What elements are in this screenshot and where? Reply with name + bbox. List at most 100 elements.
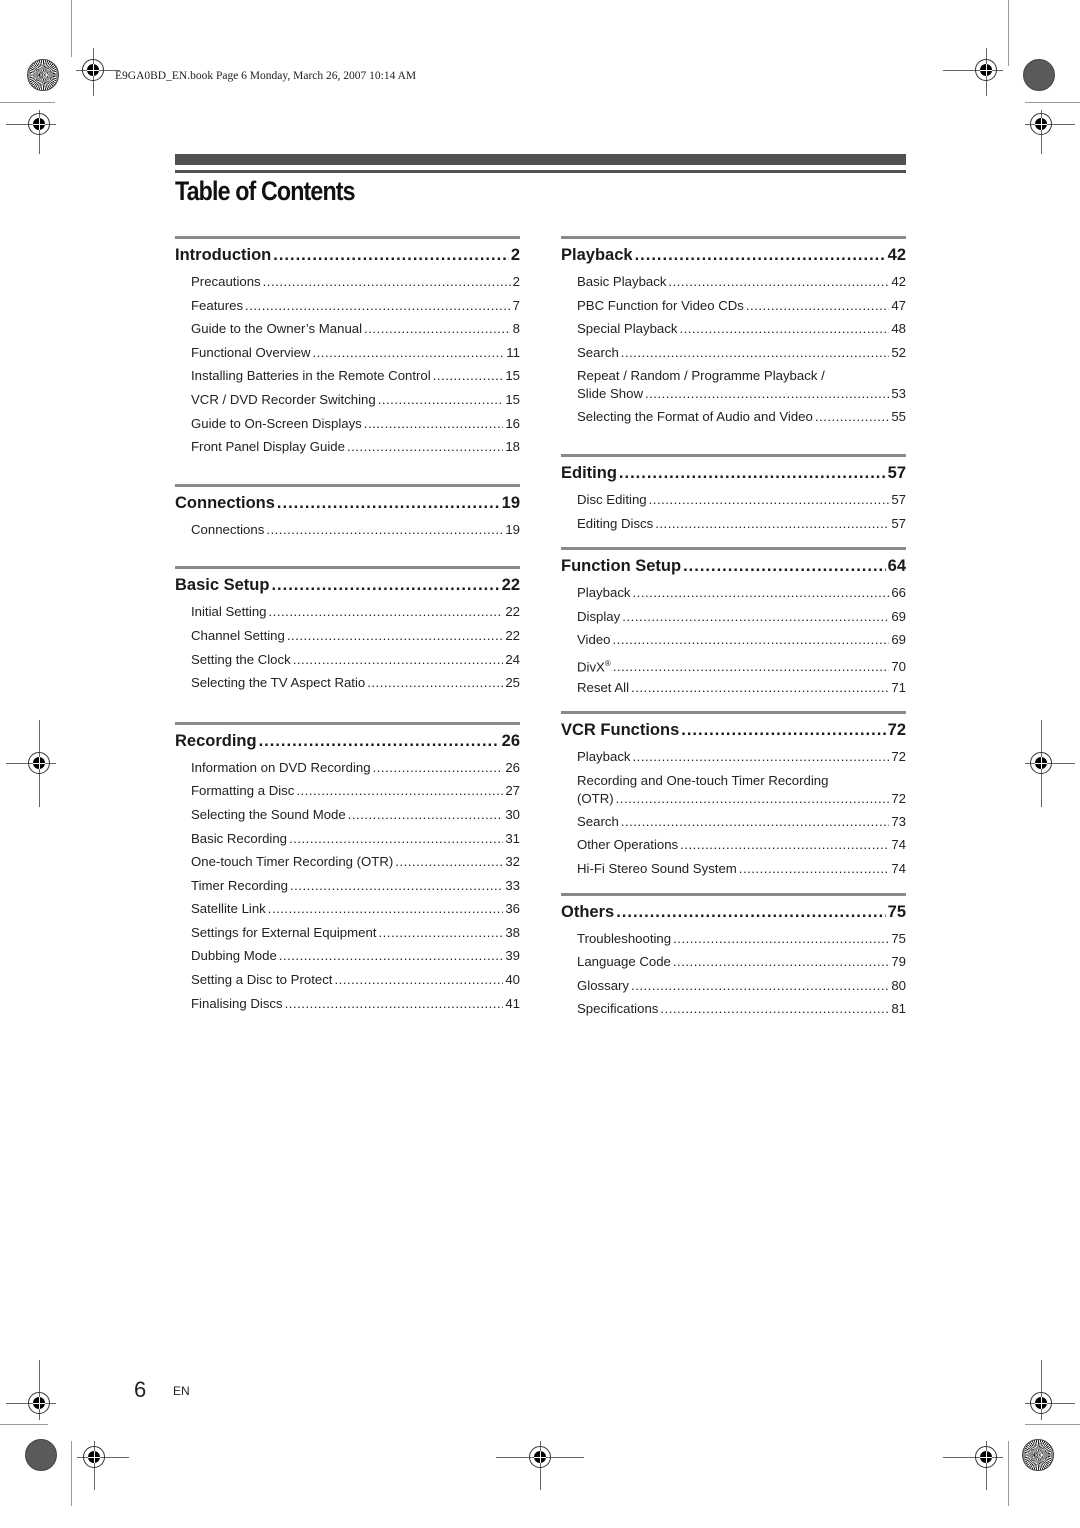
section-page-number: 2 bbox=[510, 246, 520, 264]
toc-entry[interactable]: Basic Recording 31 bbox=[191, 827, 520, 851]
toc-entry[interactable]: Specifications 81 bbox=[577, 997, 906, 1021]
entry-title: Finalising Discs bbox=[191, 992, 283, 1016]
entry-page-number: 52 bbox=[891, 344, 906, 360]
registered-mark: ® bbox=[604, 658, 611, 668]
toc-entry[interactable]: Setting the Clock 24 bbox=[191, 648, 520, 672]
entry-title-text: Guide to On-Screen Displays bbox=[191, 415, 362, 431]
print-slug: E9GA0BD_EN.book Page 6 Monday, March 26,… bbox=[115, 70, 417, 82]
toc-section-heading[interactable]: Introduction 2 bbox=[175, 244, 520, 266]
toc-entry[interactable]: DivX®70 bbox=[577, 652, 906, 676]
entry-page-number: 71 bbox=[891, 679, 906, 695]
dot-leader bbox=[367, 671, 503, 695]
entry-title-text: Search bbox=[577, 813, 619, 829]
toc-entry[interactable]: Dubbing Mode 39 bbox=[191, 944, 520, 968]
toc-entry[interactable]: Selecting the TV Aspect Ratio 25 bbox=[191, 671, 520, 695]
toc-entry[interactable]: Recording and One-touch Timer Recording (… bbox=[577, 769, 906, 810]
toc-entry[interactable]: Special Playback 48 bbox=[577, 317, 906, 341]
toc-section-heading[interactable]: Editing 57 bbox=[561, 462, 906, 484]
dot-leader bbox=[739, 857, 890, 881]
entry-title-text: Front Panel Display Guide bbox=[191, 439, 345, 455]
title-rule bbox=[175, 170, 906, 173]
toc-entry[interactable]: Guide to the Owner’s Manual 8 bbox=[191, 317, 520, 341]
toc-entry[interactable]: Settings for External Equipment 38 bbox=[191, 921, 520, 945]
toc-entry[interactable]: Search 52 bbox=[577, 341, 906, 365]
toc-entry[interactable]: Troubleshooting 75 bbox=[577, 927, 906, 951]
registration-starburst-icon bbox=[27, 59, 59, 91]
toc-section-heading[interactable]: VCR Functions 72 bbox=[561, 719, 906, 741]
entry-title-text: Functional Overview bbox=[191, 344, 311, 360]
toc-entry[interactable]: Playback 66 bbox=[577, 581, 906, 605]
toc-entry[interactable]: Formatting a Disc 27 bbox=[191, 779, 520, 803]
toc-entry[interactable]: Repeat / Random / Programme Playback / Sl… bbox=[577, 364, 906, 405]
toc-entry[interactable]: Information on DVD Recording 26 bbox=[191, 756, 520, 780]
toc-section-heading[interactable]: Connections 19 bbox=[175, 492, 520, 514]
toc-entry[interactable]: Playback 72 bbox=[577, 745, 906, 769]
toc-section: Editing 57 Disc Editing 57 Editing Discs 57 bbox=[561, 453, 906, 536]
toc-entry[interactable]: Basic Playback 42 bbox=[577, 270, 906, 294]
crop-mark bbox=[1025, 102, 1080, 103]
toc-entry[interactable]: Channel Setting 22 bbox=[191, 624, 520, 648]
dot-leader bbox=[660, 997, 889, 1021]
entry-title-text: Selecting the TV Aspect Ratio bbox=[191, 675, 366, 691]
entry-page-number: 24 bbox=[505, 651, 520, 667]
toc-entry[interactable]: Initial Setting 22 bbox=[191, 600, 520, 624]
section-divider bbox=[561, 453, 906, 457]
toc-entry[interactable]: Timer Recording 33 bbox=[191, 874, 520, 898]
dot-leader bbox=[815, 405, 890, 429]
entry-title: Video bbox=[577, 628, 611, 652]
toc-entry[interactable]: Connections 19 bbox=[191, 518, 520, 542]
toc-section-heading[interactable]: Others 75 bbox=[561, 901, 906, 923]
toc-entry[interactable]: Hi-Fi Stereo Sound System 74 bbox=[577, 857, 906, 881]
toc-entry[interactable]: Selecting the Format of Audio and Video 5… bbox=[577, 405, 906, 429]
toc-entry[interactable]: Video 69 bbox=[577, 628, 906, 652]
toc-section-heading[interactable]: Function Setup 64 bbox=[561, 555, 906, 577]
entry-title-text: DivX bbox=[577, 659, 605, 675]
toc-entry[interactable]: Selecting the Sound Mode 30 bbox=[191, 803, 520, 827]
toc-entry[interactable]: Disc Editing 57 bbox=[577, 488, 906, 512]
entry-page-number: 55 bbox=[891, 409, 906, 425]
toc-entry[interactable]: Functional Overview 11 bbox=[191, 341, 520, 365]
dot-leader bbox=[266, 518, 503, 542]
toc-entry[interactable]: Features 7 bbox=[191, 294, 520, 318]
entry-page-number: 79 bbox=[891, 954, 906, 970]
toc-entry[interactable]: Display 69 bbox=[577, 605, 906, 629]
entry-title: Features bbox=[191, 294, 243, 318]
toc-entry[interactable]: PBC Function for Video CDs 47 bbox=[577, 294, 906, 318]
toc-section: Playback 42 Basic Playback 42 PBC Function f… bbox=[561, 236, 906, 429]
toc-entry[interactable]: VCR / DVD Recorder Switching 15 bbox=[191, 388, 520, 412]
dot-leader bbox=[679, 317, 889, 341]
toc-entry[interactable]: Glossary 80 bbox=[577, 974, 906, 998]
entry-title: Installing Batteries in the Remote Contr… bbox=[191, 364, 431, 388]
toc-section-heading[interactable]: Recording 26 bbox=[175, 730, 520, 752]
dot-leader bbox=[285, 992, 504, 1016]
entry-title-text: Dubbing Mode bbox=[191, 948, 277, 964]
toc-entry[interactable]: Precautions 2 bbox=[191, 270, 520, 294]
entry-page-number: 32 bbox=[505, 854, 520, 870]
registration-starburst-icon bbox=[1022, 1439, 1054, 1471]
toc-section-heading[interactable]: Basic Setup 22 bbox=[175, 574, 520, 596]
entry-title: Guide to the Owner’s Manual bbox=[191, 317, 362, 341]
toc-entry[interactable]: Editing Discs 57 bbox=[577, 512, 906, 536]
entry-page-number: 2 bbox=[512, 274, 520, 289]
toc-entry[interactable]: Other Operations 74 bbox=[577, 833, 906, 857]
toc-entry[interactable]: Setting a Disc to Protect 40 bbox=[191, 968, 520, 992]
toc-entry[interactable]: Satellite Link 36 bbox=[191, 897, 520, 921]
dot-leader bbox=[271, 574, 499, 596]
dot-leader bbox=[334, 968, 503, 992]
toc-entry[interactable]: Installing Batteries in the Remote Contr… bbox=[191, 364, 520, 388]
toc-entry[interactable]: Front Panel Display Guide 18 bbox=[191, 435, 520, 459]
entry-page-number: 39 bbox=[505, 948, 520, 964]
toc-section-heading[interactable]: Playback 42 bbox=[561, 244, 906, 266]
toc-entry[interactable]: Finalising Discs 41 bbox=[191, 992, 520, 1016]
toc-entry[interactable]: One-touch Timer Recording (OTR) 32 bbox=[191, 850, 520, 874]
toc-section: Introduction 2 Precautions 2 Features 7 Guide … bbox=[175, 236, 520, 459]
section-title: Function Setup bbox=[561, 557, 682, 576]
toc-entry[interactable]: Reset All 71 bbox=[577, 676, 906, 700]
toc-entry[interactable]: Guide to On-Screen Displays 16 bbox=[191, 412, 520, 436]
toc-section: Others 75 Troubleshooting 75 Language Code 79… bbox=[561, 892, 906, 1021]
toc-entry[interactable]: Search 73 bbox=[577, 810, 906, 834]
entry-title-text: Hi-Fi Stereo Sound System bbox=[577, 860, 737, 876]
entry-page-number: 57 bbox=[891, 515, 906, 531]
toc-entry[interactable]: Language Code 79 bbox=[577, 950, 906, 974]
entry-page-number: 30 bbox=[505, 806, 520, 822]
